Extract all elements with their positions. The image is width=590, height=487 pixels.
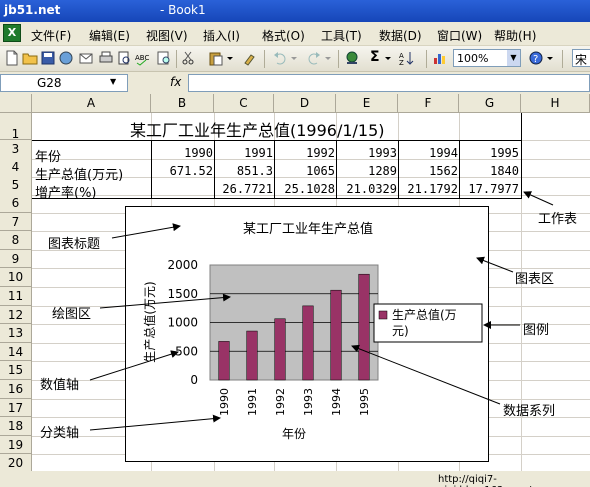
arrow-worksheet [523,191,554,206]
annotation-arrows [89,191,554,431]
arrow-data-series [351,344,501,405]
arrow-plot-area [99,293,231,309]
arrow-category-axis [89,414,221,431]
arrow-chart-title [111,223,181,239]
arrow-chart-area [476,256,514,273]
arrow-value-axis [89,350,179,381]
source-url: http://qiqi7-qiqi.blog.163.com/ [438,474,531,487]
